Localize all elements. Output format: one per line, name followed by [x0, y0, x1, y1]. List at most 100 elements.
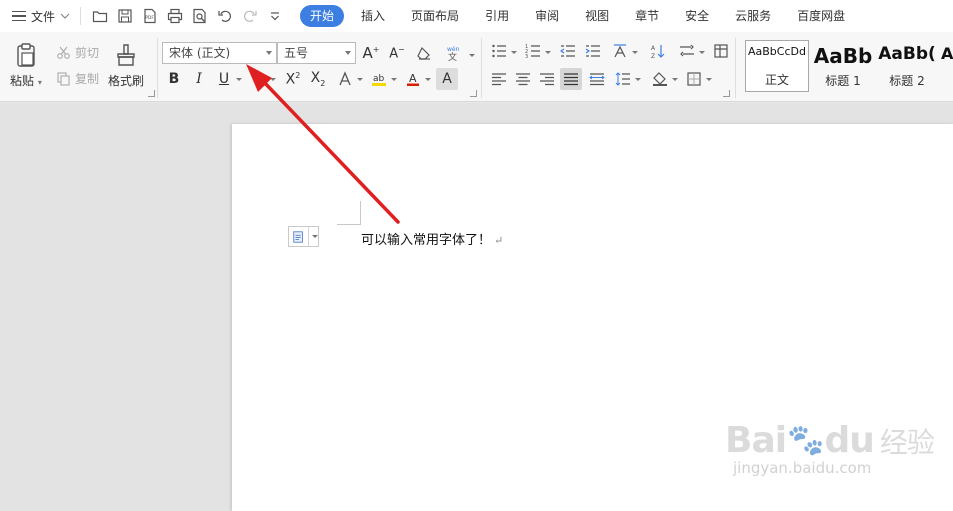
text-direction-icon[interactable] [609, 40, 631, 62]
baidu-logo: Bai 🐾 du 经验 [725, 420, 935, 461]
svg-text:A: A [651, 45, 656, 52]
tab-home[interactable]: 开始 [300, 5, 345, 27]
tab-baidu-netdisk[interactable]: 百度网盘 [784, 5, 858, 27]
redo-icon[interactable] [239, 5, 261, 27]
clear-format-icon[interactable] [413, 42, 435, 64]
paste-options-button[interactable] [288, 226, 319, 247]
document-paragraph[interactable]: 可以输入常用字体了！ ↵ [361, 229, 503, 248]
font-name-select[interactable]: 宋体 (正文) [162, 42, 277, 64]
paste-button[interactable]: 粘贴 ▾ [10, 42, 42, 89]
paste-options-divider [308, 227, 309, 246]
line-spacing-dropdown-icon[interactable] [635, 78, 641, 81]
borders-icon[interactable] [683, 68, 705, 90]
shading-fill-icon[interactable] [649, 68, 671, 90]
character-shading-icon[interactable]: A [436, 68, 458, 90]
underline-icon[interactable]: U [213, 68, 235, 90]
ribbon-toolbar: 粘贴 ▾ 剪切 复制 格式刷 宋体 (正文) 五号 A+ A− wén 文 B I… [0, 32, 953, 102]
style-name: 正文 [764, 73, 789, 87]
group-divider [735, 38, 736, 98]
highlight-dropdown-icon[interactable] [391, 78, 397, 81]
paragraph-group-launcher[interactable] [723, 90, 730, 97]
customize-toolbar-icon[interactable] [264, 5, 286, 27]
tab-insert[interactable]: 插入 [348, 5, 398, 27]
numbering-dropdown-icon[interactable] [545, 51, 551, 54]
style-normal[interactable]: AaBbCcDd 正文 [745, 40, 809, 92]
bold-icon[interactable]: B [163, 68, 185, 90]
copy-button[interactable]: 复制 [56, 70, 99, 87]
font-color-dropdown-icon[interactable] [425, 78, 431, 81]
watermark-url: jingyan.baidu.com [733, 459, 872, 477]
line-spacing-icon[interactable] [612, 68, 634, 90]
logo-text-right: du [824, 420, 874, 461]
phonetic-guide-icon[interactable]: wén 文 [442, 42, 470, 64]
shading-dropdown-icon[interactable] [672, 78, 678, 81]
tab-security[interactable]: 安全 [672, 5, 722, 27]
underline-dropdown-icon[interactable] [236, 78, 242, 81]
increase-indent-icon[interactable] [582, 40, 604, 62]
tab-cloud-service[interactable]: 云服务 [722, 5, 784, 27]
align-center-icon[interactable] [512, 68, 534, 90]
table-insert-icon[interactable] [710, 40, 732, 62]
margin-corner-mark [337, 224, 361, 225]
svg-text:ab: ab [373, 74, 385, 84]
open-folder-icon[interactable] [89, 5, 111, 27]
undo-icon[interactable] [214, 5, 236, 27]
font-name-dropdown-icon [266, 51, 272, 55]
text-effect-icon[interactable] [334, 68, 356, 90]
clipboard-group-launcher[interactable] [148, 90, 155, 97]
export-pdf-icon[interactable]: PDF [139, 5, 161, 27]
distributed-align-icon[interactable] [586, 68, 608, 90]
font-size-value: 五号 [284, 46, 309, 60]
style-heading-2[interactable]: AaBb( 标题 2 [875, 40, 939, 92]
phonetic-dropdown-icon[interactable] [469, 54, 475, 57]
tab-chapter[interactable]: 章节 [622, 5, 672, 27]
align-right-icon[interactable] [536, 68, 558, 90]
cut-button[interactable]: 剪切 [56, 44, 99, 61]
paste-options-dropdown-icon [312, 235, 318, 238]
style-sample: AaBbCcDd [748, 45, 806, 58]
tab-review[interactable]: 审阅 [522, 5, 572, 27]
style-heading-1[interactable]: AaBb 标题 1 [811, 40, 875, 92]
copy-label: 复制 [75, 72, 100, 86]
save-icon[interactable] [114, 5, 136, 27]
bullet-dropdown-icon[interactable] [511, 51, 517, 54]
text-effect-dropdown-icon[interactable] [357, 78, 363, 81]
subscript-icon[interactable]: X2 [307, 68, 329, 90]
bullet-list-icon[interactable] [488, 40, 510, 62]
tab-view[interactable]: 视图 [572, 5, 622, 27]
svg-text:Z: Z [651, 53, 655, 59]
format-painter-button[interactable]: 格式刷 [108, 42, 144, 89]
scissors-icon [57, 46, 70, 59]
file-menu-button[interactable]: 文件 [0, 0, 76, 32]
logo-text-cn: 经验 [879, 425, 935, 459]
print-icon[interactable] [164, 5, 186, 27]
print-preview-icon[interactable] [189, 5, 211, 27]
decrease-indent-icon[interactable] [557, 40, 579, 62]
format-painter-label: 格式刷 [108, 74, 145, 88]
tab-page-layout[interactable]: 页面布局 [398, 5, 472, 27]
style-sample: A [941, 44, 953, 63]
font-size-select[interactable]: 五号 [277, 42, 356, 64]
numbered-list-icon[interactable]: 123 [522, 40, 544, 62]
marks-dropdown-icon[interactable] [699, 51, 705, 54]
style-heading-3[interactable]: A [939, 40, 953, 92]
document-text: 可以输入常用字体了！ [361, 233, 492, 248]
cut-label: 剪切 [75, 46, 100, 60]
borders-dropdown-icon[interactable] [706, 78, 712, 81]
justify-icon[interactable] [560, 68, 582, 90]
grow-font-icon[interactable]: A+ [360, 42, 382, 64]
show-hide-marks-icon[interactable] [676, 40, 698, 62]
tab-references[interactable]: 引用 [472, 5, 522, 27]
sort-icon[interactable]: AZ [647, 40, 669, 62]
text-direction-dropdown-icon[interactable] [632, 51, 638, 54]
font-color-icon[interactable]: A [402, 68, 424, 90]
font-group-launcher[interactable] [470, 90, 477, 97]
strikethrough-dropdown-icon[interactable] [270, 78, 276, 81]
shrink-font-icon[interactable]: A− [386, 42, 408, 64]
italic-icon[interactable]: I [188, 68, 210, 90]
superscript-icon[interactable]: X2 [282, 68, 304, 90]
align-left-icon[interactable] [488, 68, 510, 90]
font-size-dropdown-icon [345, 51, 351, 55]
strikethrough-icon[interactable]: A [248, 68, 270, 90]
highlight-color-icon[interactable]: ab [368, 68, 390, 90]
